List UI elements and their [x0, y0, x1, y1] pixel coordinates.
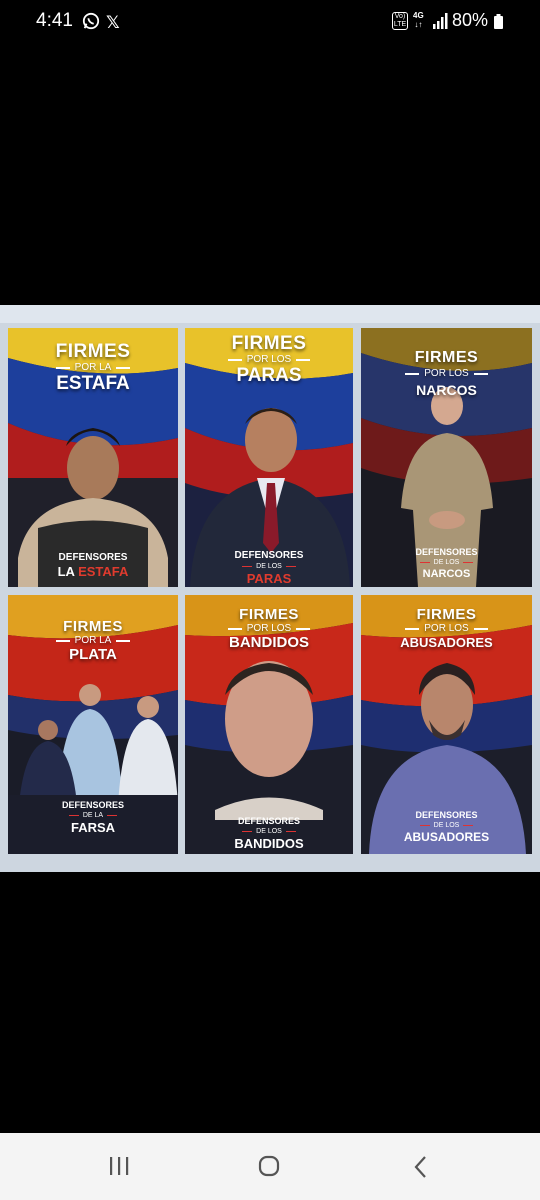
headline-firmes: FIRMES: [414, 349, 479, 366]
battery-percent: 80%: [452, 10, 489, 30]
back-icon[interactable]: [412, 1155, 430, 1179]
poster-narcos: FIRMES POR LOS NARCOS DEFENSORES DE LOS …: [361, 328, 532, 587]
headline-topic: PARAS: [236, 365, 302, 386]
headline-por: POR LOS: [361, 368, 532, 380]
footer-topic: PARAS: [246, 571, 292, 586]
poster-headline: FIRMES POR LOS NARCOS: [361, 348, 532, 400]
poster-headline: FIRMES POR LA ESTAFA: [8, 342, 178, 394]
poster-plata: FIRMES POR LA PLATA DEFENSORES DE LA FAR…: [8, 595, 178, 854]
footer-de: DE LA: [8, 811, 178, 820]
signal-icon: [433, 13, 448, 29]
poster-paras: FIRMES POR LOS PARAS DEFENSORES DE LOS P…: [185, 328, 353, 587]
poster-headline: FIRMES POR LOS ABUSADORES: [361, 606, 532, 651]
headline-firmes: FIRMES: [231, 333, 307, 354]
footer-de: DE LOS: [361, 558, 532, 567]
poster-estafa: FIRMES POR LA ESTAFA DEFENSORES LA ESTAF…: [8, 328, 178, 587]
status-time: 4:41: [36, 10, 73, 31]
footer-topic: BANDIDOS: [234, 836, 304, 851]
image-top-border: [0, 305, 540, 323]
footer-defensores: DEFENSORES: [415, 547, 478, 557]
whatsapp-icon: [82, 12, 100, 30]
x-icon: 𝕏: [106, 13, 120, 32]
headline-topic: ABUSADORES: [400, 635, 493, 650]
headline-por: POR LOS: [361, 623, 532, 635]
footer-topic-a: LA: [57, 564, 79, 579]
poster-footer: DEFENSORES DE LOS PARAS: [185, 550, 353, 586]
footer-topic: ABUSADORES: [403, 830, 490, 844]
poster-footer: DEFENSORES DE LA FARSA: [8, 799, 178, 835]
footer-topic: FARSA: [70, 820, 116, 835]
poster-bandidos: FIRMES POR LOS BANDIDOS DEFENSORES DE LO…: [185, 595, 353, 854]
poster-abusadores: FIRMES POR LOS ABUSADORES DEFENSORES DE …: [361, 595, 532, 854]
poster-footer: DEFENSORES DE LOS BANDIDOS: [185, 815, 353, 851]
footer-topic: LA ESTAFA: [8, 564, 178, 579]
poster-headline: FIRMES POR LOS PARAS: [185, 334, 353, 386]
footer-topic-b: ESTAFA: [78, 564, 129, 579]
footer-de: DE LOS: [361, 821, 532, 830]
footer-defensores: DEFENSORES: [415, 810, 478, 820]
volte-icon: Vo) LTE: [392, 12, 408, 30]
headline-firmes: FIRMES: [63, 618, 123, 635]
headline-firmes: FIRMES: [55, 341, 131, 362]
recent-apps-icon[interactable]: [108, 1155, 130, 1177]
footer-defensores: DEFENSORES: [234, 550, 304, 561]
footer-defensores: DEFENSORES: [58, 552, 128, 563]
headline-topic: BANDIDOS: [228, 634, 309, 651]
network-type-label: 4G: [413, 11, 424, 20]
status-bar: 4:41 𝕏 Vo) LTE 4G ↓↑ 80%: [0, 0, 540, 44]
headline-topic: PLATA: [69, 646, 117, 663]
footer-defensores: DEFENSORES: [61, 800, 124, 810]
battery-icon: [494, 14, 503, 29]
headline-firmes: FIRMES: [239, 606, 299, 623]
footer-de: DE LOS: [185, 827, 353, 836]
footer-de: DE LOS: [185, 562, 353, 571]
headline-topic: NARCOS: [416, 382, 477, 398]
network-type-icon: 4G ↓↑: [413, 11, 424, 29]
poster-footer: DEFENSORES DE LOS NARCOS: [361, 546, 532, 582]
navigation-bar: [0, 1133, 540, 1200]
poster-footer: DEFENSORES DE LOS ABUSADORES: [361, 809, 532, 845]
headline-topic: ESTAFA: [56, 373, 130, 394]
poster-footer: DEFENSORES LA ESTAFA: [8, 552, 178, 579]
headline-firmes: FIRMES: [416, 606, 477, 623]
home-icon[interactable]: [258, 1155, 280, 1177]
poster-headline: FIRMES POR LOS BANDIDOS: [185, 607, 353, 651]
footer-topic: NARCOS: [422, 568, 471, 580]
footer-defensores: DEFENSORES: [237, 816, 300, 826]
poster-headline: FIRMES POR LA PLATA: [8, 619, 178, 663]
